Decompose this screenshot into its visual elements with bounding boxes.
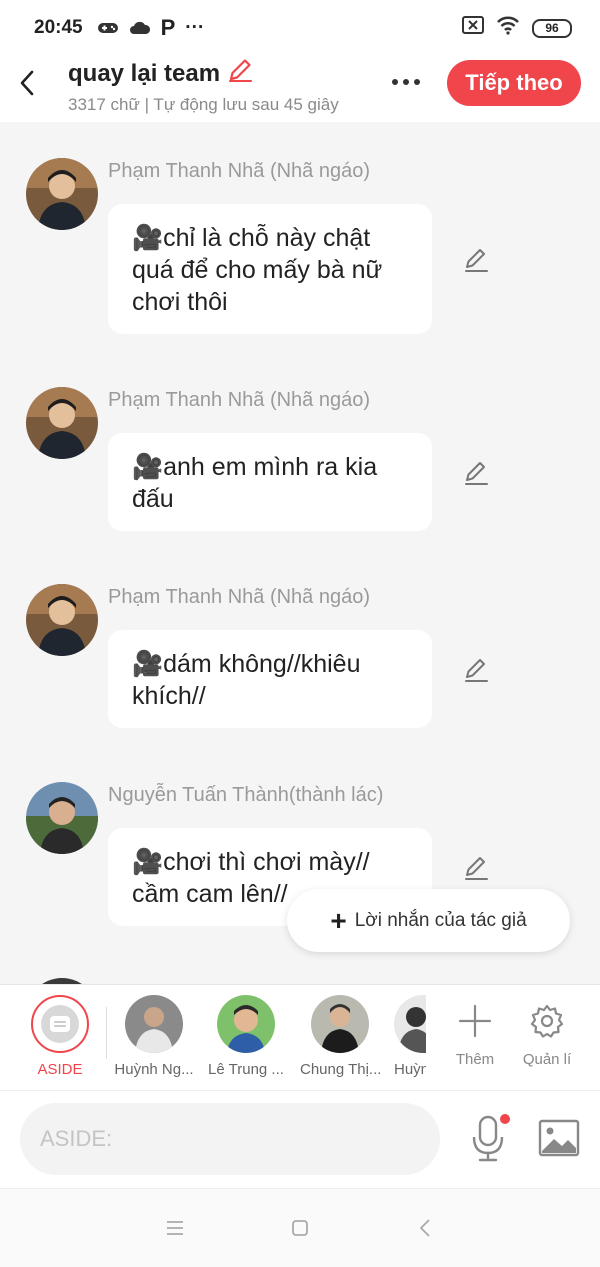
menu-icon bbox=[167, 1221, 183, 1235]
story-title[interactable]: quay lại team bbox=[68, 56, 368, 91]
speaker-name: Phạm Thanh Nhã (Nhã ngáo) bbox=[108, 586, 371, 608]
next-button[interactable]: Tiếp theo bbox=[447, 60, 581, 106]
character-label: ASIDE bbox=[37, 1061, 83, 1078]
author-note-label: Lời nhắn của tác giả bbox=[354, 909, 527, 931]
message-bubble[interactable]: 🎥chỉ là chỗ này chật quá để cho mấy bà n… bbox=[108, 204, 432, 334]
edit-message-icon[interactable] bbox=[462, 656, 490, 684]
editor-header: quay lại team 3317 chữ | Tự động lưu sau… bbox=[0, 56, 600, 122]
image-icon bbox=[538, 1119, 580, 1157]
message-input[interactable] bbox=[20, 1103, 440, 1175]
avatar[interactable] bbox=[26, 387, 98, 459]
avatar bbox=[125, 995, 183, 1053]
cloud-icon bbox=[129, 21, 151, 35]
composer bbox=[0, 1090, 600, 1188]
character-selector: ASIDE Huỳnh Ng... Lê Trung ... Chung Thị… bbox=[0, 984, 600, 1090]
character-item[interactable]: Huỳn bbox=[394, 995, 426, 1078]
edit-message-icon[interactable] bbox=[462, 854, 490, 882]
avatar[interactable] bbox=[26, 158, 98, 230]
message-bubble[interactable]: 🎥anh em mình ra kia đấu bbox=[108, 433, 432, 531]
avatar[interactable] bbox=[26, 584, 98, 656]
speaker-name: Phạm Thanh Nhã (Nhã ngáo) bbox=[108, 160, 371, 182]
word-count-autosave: 3317 chữ | Tự động lưu sau 45 giây bbox=[68, 95, 339, 114]
more-notifications-icon: ··· bbox=[185, 17, 205, 38]
selector-divider bbox=[106, 1007, 107, 1059]
system-nav-bar bbox=[0, 1188, 600, 1267]
insert-image-button[interactable] bbox=[538, 1119, 580, 1157]
aside-chat-icon bbox=[41, 1005, 79, 1043]
avatar bbox=[311, 995, 369, 1053]
microphone-button[interactable] bbox=[468, 1113, 512, 1163]
plus-icon: + bbox=[330, 904, 347, 936]
add-character-button[interactable]: Thêm bbox=[440, 997, 510, 1068]
plus-icon bbox=[440, 997, 510, 1045]
aside-avatar bbox=[31, 995, 89, 1053]
message-bubble[interactable]: 🎥dám không//khiêu khích// bbox=[108, 630, 432, 728]
manage-characters-button[interactable]: Quản lí bbox=[512, 997, 582, 1068]
author-note-button[interactable]: + Lời nhắn của tác giả bbox=[287, 889, 570, 952]
chevron-left-icon bbox=[20, 70, 34, 96]
character-item[interactable]: Lê Trung ... bbox=[206, 995, 286, 1078]
add-label: Thêm bbox=[455, 1051, 495, 1068]
wifi-icon bbox=[496, 15, 520, 41]
gamepad-icon bbox=[97, 21, 119, 35]
home-nav-button[interactable] bbox=[285, 1215, 315, 1241]
microphone-icon bbox=[472, 1114, 510, 1162]
status-time: 20:45 bbox=[34, 17, 83, 38]
dialogue-list[interactable]: Phạm Thanh Nhã (Nhã ngáo) 🎥chỉ là chỗ nà… bbox=[0, 122, 600, 984]
menu-nav-button[interactable] bbox=[160, 1215, 190, 1241]
gear-icon bbox=[512, 997, 582, 1045]
status-bar: 20:45 P ··· 96 bbox=[0, 0, 600, 56]
character-item[interactable]: Huỳnh Ng... bbox=[114, 995, 194, 1078]
character-aside[interactable]: ASIDE bbox=[20, 995, 100, 1078]
avatar[interactable] bbox=[26, 782, 98, 854]
back-button[interactable] bbox=[14, 66, 40, 100]
square-icon bbox=[292, 1220, 308, 1236]
avatar bbox=[217, 995, 275, 1053]
app-p-icon: P bbox=[160, 15, 176, 40]
story-title-text: quay lại team bbox=[68, 59, 221, 87]
character-label: Huỳnh Ng... bbox=[114, 1061, 194, 1078]
more-options-button[interactable] bbox=[386, 68, 426, 96]
speaker-name: Phạm Thanh Nhã (Nhã ngáo) bbox=[108, 389, 371, 411]
title-area: quay lại team 3317 chữ | Tự động lưu sau… bbox=[68, 56, 368, 115]
character-label: Lê Trung ... bbox=[208, 1061, 284, 1078]
edit-message-icon[interactable] bbox=[462, 459, 490, 487]
avatar bbox=[394, 995, 426, 1053]
character-label: Chung Thị... bbox=[300, 1061, 380, 1078]
back-arrow-icon bbox=[420, 1219, 430, 1237]
character-item[interactable]: Chung Thị... bbox=[300, 995, 380, 1078]
character-label: Huỳn bbox=[394, 1061, 426, 1078]
manage-label: Quản lí bbox=[522, 1051, 572, 1068]
no-sim-icon bbox=[462, 16, 484, 40]
back-nav-button[interactable] bbox=[410, 1215, 440, 1241]
battery-indicator: 96 bbox=[532, 18, 572, 38]
speaker-name: Nguyễn Tuấn Thành(thành lác) bbox=[108, 784, 384, 806]
edit-message-icon[interactable] bbox=[462, 246, 490, 274]
pencil-icon[interactable] bbox=[226, 56, 254, 91]
